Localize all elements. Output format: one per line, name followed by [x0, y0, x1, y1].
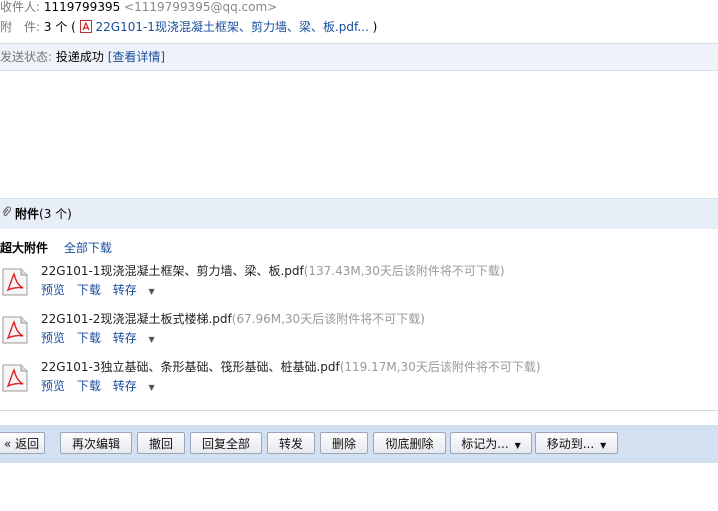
pdf-file-icon [2, 316, 28, 344]
move-to-label: 移动到... [546, 437, 595, 451]
preview-link[interactable]: 预览 [41, 379, 65, 393]
back-button[interactable]: « 返回 [0, 432, 45, 454]
attachment-size: (119.17M,30天后该附件将不可下载) [339, 360, 541, 374]
pdf-file-icon [2, 364, 28, 392]
attachments-header: 附件(3 个) [0, 198, 718, 229]
send-status-value: 投递成功 [55, 50, 104, 64]
pdf-icon [79, 20, 92, 33]
chevron-down-icon: ▼ [148, 383, 155, 392]
first-attachment-link[interactable]: 22G101-1现浇混凝土框架、剪力墙、梁、板.pdf... [96, 20, 369, 34]
move-to-dropdown[interactable]: 移动到... ▼ [535, 432, 618, 454]
attachment-count: 3 个 [43, 20, 68, 34]
chevron-down-icon: ▼ [600, 441, 607, 450]
chevron-down-icon: ▼ [514, 441, 521, 450]
attachment-size: (137.43M,30天后该附件将不可下载) [303, 264, 505, 278]
recipient-label: 收件人: [0, 0, 41, 14]
chevron-down-icon: ▼ [148, 287, 155, 296]
delete-button[interactable]: 删除 [320, 432, 368, 454]
reply-all-button[interactable]: 回复全部 [190, 432, 262, 454]
attachments-count: (3 个) [39, 207, 72, 221]
attachment-label: 附 件: [0, 20, 41, 34]
super-attachments-title: 超大附件 [0, 241, 49, 255]
recipient-row: 收件人: 1119799395 <1119799395@qq.com> [0, 0, 277, 14]
forward-button[interactable]: 转发 [267, 432, 315, 454]
recipient-name[interactable]: 1119799395 [44, 0, 120, 14]
edit-again-button[interactable]: 再次编辑 [60, 432, 132, 454]
download-link[interactable]: 下载 [77, 379, 101, 393]
action-toolbar: « 返回 再次编辑 撤回 回复全部 转发 删除 彻底删除 标记为... ▼ 移动到… [0, 425, 718, 463]
save-to-link[interactable]: 转存 ▼ [113, 331, 163, 345]
attachment-size: (67.96M,30天后该附件将不可下载) [231, 312, 425, 326]
divider [0, 410, 718, 411]
attachment-open-paren: ( [71, 20, 76, 34]
attachments-title: 附件 [15, 207, 40, 221]
preview-link[interactable]: 预览 [41, 283, 65, 297]
attachment-close-paren: ) [372, 20, 378, 34]
recall-button[interactable]: 撤回 [137, 432, 185, 454]
recipient-email[interactable]: <1119799395@qq.com> [124, 0, 277, 14]
attachment-name[interactable]: 22G101-3独立基础、条形基础、筏形基础、桩基础.pdf [41, 360, 340, 374]
paperclip-icon [2, 199, 12, 229]
view-details-link[interactable]: [查看详情] [108, 50, 165, 64]
save-to-label: 转存 [112, 331, 137, 345]
mark-as-dropdown[interactable]: 标记为... ▼ [450, 432, 532, 454]
download-link[interactable]: 下载 [77, 331, 101, 345]
super-attachments-row: 超大附件 全部下载 [0, 240, 112, 256]
send-status-label: 发送状态: [0, 50, 53, 64]
save-to-label: 转存 [112, 283, 137, 297]
save-to-link[interactable]: 转存 ▼ [113, 283, 163, 297]
chevron-down-icon: ▼ [148, 335, 155, 344]
download-all-link[interactable]: 全部下载 [64, 241, 112, 255]
download-link[interactable]: 下载 [77, 283, 101, 297]
save-to-link[interactable]: 转存 ▼ [113, 379, 163, 393]
send-status-bar: 发送状态: 投递成功 [查看详情] [0, 43, 718, 71]
pdf-file-icon [2, 268, 28, 296]
attachment-name[interactable]: 22G101-1现浇混凝土框架、剪力墙、梁、板.pdf [41, 264, 304, 278]
attachment-name[interactable]: 22G101-2现浇混凝土板式楼梯.pdf [41, 312, 232, 326]
mark-as-label: 标记为... [461, 437, 509, 451]
preview-link[interactable]: 预览 [41, 331, 65, 345]
save-to-label: 转存 [112, 379, 137, 393]
attachment-summary-row: 附 件: 3 个 ( 22G101-1现浇混凝土框架、剪力墙、梁、板.pdf..… [0, 17, 377, 37]
delete-permanently-button[interactable]: 彻底删除 [373, 432, 446, 454]
